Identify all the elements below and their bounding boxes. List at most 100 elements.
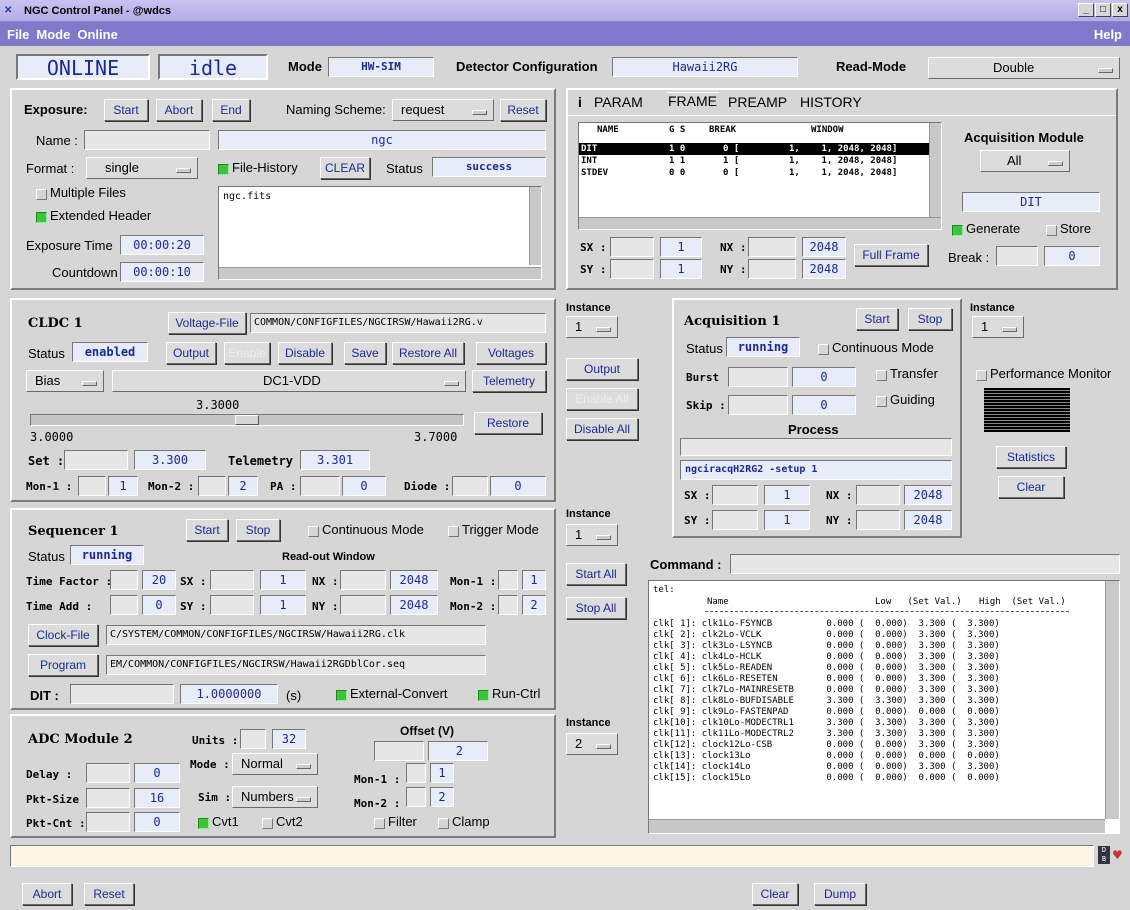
process-input[interactable] <box>680 438 952 456</box>
command-output-hscroll[interactable] <box>649 819 1105 833</box>
frame-table-hscroll[interactable] <box>579 217 941 229</box>
bias-dropdown[interactable]: Bias <box>26 370 104 392</box>
clock-file-button[interactable]: Clock-File <box>28 624 98 646</box>
set-input[interactable] <box>64 450 128 470</box>
filter-checkbox[interactable]: Filter <box>374 814 417 829</box>
frame-sx-input[interactable] <box>610 237 654 257</box>
cvt1-checkbox[interactable]: Cvt1 <box>198 814 239 829</box>
time-factor-input[interactable] <box>110 570 138 590</box>
seq-sy-input[interactable] <box>210 595 254 615</box>
seq-nx-input[interactable] <box>340 570 386 590</box>
acq-continuous-checkbox[interactable]: Continuous Mode <box>818 340 934 355</box>
cldc-enable-button[interactable]: Enable <box>224 342 270 364</box>
program-button[interactable]: Program <box>28 654 98 676</box>
cldc-output-button[interactable]: Output <box>166 342 216 364</box>
seq-continuous-checkbox[interactable]: Continuous Mode <box>308 522 424 537</box>
cldc-disable-button[interactable]: Disable <box>278 342 332 364</box>
instance-dropdown-cldc[interactable]: 1 <box>566 316 618 338</box>
menu-mode[interactable]: Mode <box>36 27 70 42</box>
frame-table-vscroll[interactable] <box>929 123 941 217</box>
statistics-button[interactable]: Statistics <box>996 446 1066 468</box>
tab-history[interactable]: HISTORY <box>800 94 862 110</box>
adc-mon2-input[interactable] <box>406 787 426 807</box>
program-path[interactable]: EM/COMMON/CONFIGFILES/NGCIRSW/Hawaii2RGD… <box>106 655 486 675</box>
tab-info[interactable]: i <box>578 94 582 110</box>
voltage-file-path[interactable]: COMMON/CONFIGFILES/NGCIRSW/Hawaii2RG.v <box>250 313 546 333</box>
close-button[interactable]: x <box>1112 3 1128 17</box>
external-convert-checkbox[interactable]: External-Convert <box>336 686 448 701</box>
exposure-start-button[interactable]: Start <box>104 99 148 121</box>
trigger-mode-checkbox[interactable]: Trigger Mode <box>448 522 539 537</box>
seq-start-button[interactable]: Start <box>186 519 228 541</box>
skip-input[interactable] <box>728 395 788 415</box>
file-history-list[interactable]: ngc.fits <box>218 186 542 280</box>
file-history-item[interactable]: ngc.fits <box>223 191 271 202</box>
cldc-save-button[interactable]: Save <box>344 342 386 364</box>
units-input[interactable] <box>240 729 266 749</box>
frame-row-name[interactable]: INT <box>581 156 597 167</box>
clock-file-path[interactable]: C/SYSTEM/COMMON/CONFIGFILES/NGCIRSW/Hawa… <box>106 625 486 645</box>
enable-all-button[interactable]: Enable All <box>566 388 638 410</box>
break-input[interactable] <box>996 246 1038 266</box>
command-input[interactable] <box>730 554 1120 574</box>
read-mode-dropdown[interactable]: Double <box>928 57 1120 79</box>
pkt-size-input[interactable] <box>86 788 130 808</box>
tab-param[interactable]: PARAM <box>594 94 643 110</box>
seq-sx-input[interactable] <box>210 570 254 590</box>
restore-button[interactable]: Restore <box>474 412 542 434</box>
file-history-checkbox[interactable]: File-History <box>218 160 298 175</box>
frame-sy-input[interactable] <box>610 259 654 279</box>
menu-online[interactable]: Online <box>77 27 117 42</box>
pa-input[interactable] <box>300 476 340 496</box>
acq-nx-input[interactable] <box>856 485 900 505</box>
multiple-files-checkbox[interactable]: Multiple Files <box>36 185 126 200</box>
full-frame-button[interactable]: Full Frame <box>854 244 928 266</box>
acq-sx-input[interactable] <box>712 485 758 505</box>
tab-frame[interactable]: FRAME <box>666 92 719 109</box>
menu-help[interactable]: Help <box>1094 27 1122 42</box>
stop-all-button[interactable]: Stop All <box>566 597 626 619</box>
store-checkbox[interactable]: Store <box>1046 221 1091 236</box>
clear-button[interactable]: Clear <box>752 883 798 905</box>
seq-mon2-input[interactable] <box>498 595 518 615</box>
telemetry-button[interactable]: Telemetry <box>472 370 546 392</box>
transfer-checkbox[interactable]: Transfer <box>876 366 938 381</box>
instance-dropdown-seq[interactable]: 1 <box>566 524 618 546</box>
database-icon[interactable]: D B <box>1098 846 1110 864</box>
time-add-input[interactable] <box>110 595 138 615</box>
reset-button[interactable]: Reset <box>84 883 134 905</box>
dump-button[interactable]: Dump <box>814 883 866 905</box>
delay-input[interactable] <box>86 763 130 783</box>
voltages-button[interactable]: Voltages <box>476 342 546 364</box>
cldc-mon2-input[interactable] <box>198 476 226 496</box>
adc-mon1-input[interactable] <box>406 763 426 783</box>
start-all-button[interactable]: Start All <box>566 563 626 585</box>
perf-clear-button[interactable]: Clear <box>998 476 1064 498</box>
clear-history-button[interactable]: CLEAR <box>320 157 370 179</box>
format-dropdown[interactable]: single <box>86 157 198 179</box>
abort-button[interactable]: Abort <box>22 883 72 905</box>
naming-reset-button[interactable]: Reset <box>500 99 546 121</box>
seq-mon1-input[interactable] <box>498 570 518 590</box>
name-input[interactable] <box>84 130 210 150</box>
dc-channel-dropdown[interactable]: DC1-VDD <box>112 370 466 392</box>
menu-file[interactable]: File <box>7 27 29 42</box>
frame-nx-input[interactable] <box>748 237 796 257</box>
exposure-abort-button[interactable]: Abort <box>156 99 202 121</box>
cldc-mon1-input[interactable] <box>78 476 106 496</box>
run-ctrl-checkbox[interactable]: Run-Ctrl <box>478 686 540 701</box>
extended-header-checkbox[interactable]: Extended Header <box>36 208 151 223</box>
cvt2-checkbox[interactable]: Cvt2 <box>262 814 303 829</box>
acq-ny-input[interactable] <box>856 510 900 530</box>
exposure-end-button[interactable]: End <box>212 99 250 121</box>
disable-all-button[interactable]: Disable All <box>566 418 638 440</box>
frame-ny-input[interactable] <box>748 259 796 279</box>
frame-row-name[interactable]: STDEV <box>581 168 608 179</box>
maximize-button[interactable]: □ <box>1095 3 1111 17</box>
diode-input[interactable] <box>452 476 488 496</box>
clamp-checkbox[interactable]: Clamp <box>438 814 490 829</box>
burst-input[interactable] <box>728 367 788 387</box>
command-output[interactable]: tel: Name Low (Set Val.) High (Set Val.)… <box>648 580 1120 834</box>
file-history-hscroll[interactable] <box>219 267 541 279</box>
generate-checkbox[interactable]: Generate <box>952 221 1020 236</box>
